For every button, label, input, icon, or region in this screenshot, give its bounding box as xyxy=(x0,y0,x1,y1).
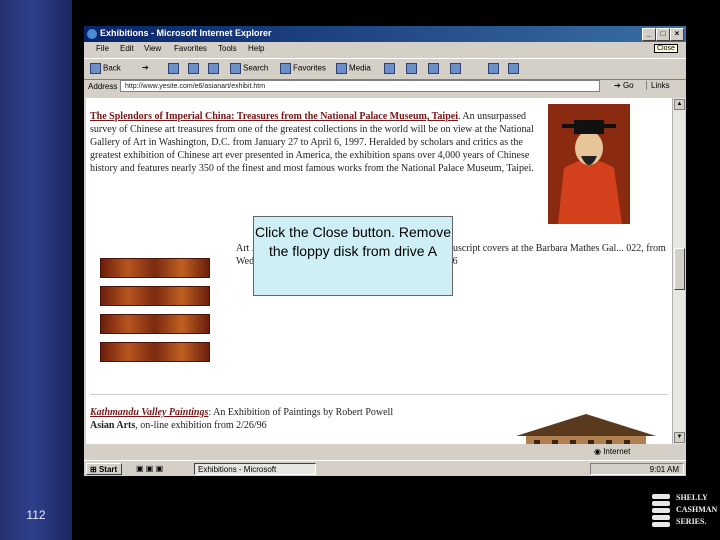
title-bar[interactable]: Exhibitions - Microsoft Internet Explore… xyxy=(84,26,686,42)
clock: 9:01 AM xyxy=(649,465,679,474)
slide-page-number: 112 xyxy=(26,508,46,522)
home-icon xyxy=(208,63,219,74)
messenger-button[interactable] xyxy=(508,63,521,74)
brand-line-1: SHELLY xyxy=(676,493,708,502)
status-zone: ◉ Internet xyxy=(594,447,631,456)
system-tray: 9:01 AM xyxy=(590,463,684,475)
exhibit-1-title-link[interactable]: The Splendors of Imperial China: Treasur… xyxy=(90,111,458,122)
menu-favorites[interactable]: Favorites xyxy=(174,44,207,53)
address-bar: Address http://www.yesite.com/e6/asianar… xyxy=(84,78,686,96)
publisher-logo: SHELLY CASHMAN SERIES. xyxy=(652,492,717,532)
exhibit-3: Kathmandu Valley Paintings: An Exhibitio… xyxy=(90,406,530,432)
start-label: Start xyxy=(98,465,118,474)
taskbar: ⊞ Start ▣ ▣ ▣ Exhibitions - Microsoft 9:… xyxy=(84,460,686,476)
exhibit-3-title-link[interactable]: Kathmandu Valley Paintings xyxy=(90,407,208,418)
go-label: Go xyxy=(622,81,634,90)
pagoda-image xyxy=(506,412,666,444)
brand-line-2: CASHMAN xyxy=(676,505,718,514)
mail-button[interactable] xyxy=(406,63,419,74)
menu-edit[interactable]: Edit xyxy=(120,44,134,53)
taskbar-button-label: Exhibitions - Microsoft xyxy=(198,465,277,474)
menu-help[interactable]: Help xyxy=(248,44,264,53)
search-label: Search xyxy=(243,63,269,73)
discuss-icon xyxy=(488,63,499,74)
home-button[interactable] xyxy=(208,63,221,74)
logo-stack-icon xyxy=(652,494,670,528)
minimize-button[interactable]: _ xyxy=(642,28,656,41)
history-icon xyxy=(384,63,395,74)
slide-sidebar xyxy=(0,0,72,540)
edit-icon xyxy=(450,63,461,74)
stop-button[interactable] xyxy=(168,63,181,74)
messenger-icon xyxy=(508,63,519,74)
menu-view[interactable]: View xyxy=(144,44,161,53)
links-button[interactable]: Links xyxy=(646,81,670,90)
emperor-portrait-image xyxy=(548,104,630,224)
forward-button[interactable]: ➔ xyxy=(142,63,149,72)
address-label: Address xyxy=(88,82,118,91)
menu-file[interactable]: File xyxy=(96,44,109,53)
exhibit-1: The Splendors of Imperial China: Treasur… xyxy=(90,110,542,175)
favorites-label: Favorites xyxy=(293,63,326,73)
divider xyxy=(90,394,668,395)
standard-toolbar: Back ➔ Search Favorites Media xyxy=(84,58,686,80)
exhibit-3-text: : An Exhibition of Paintings by Robert P… xyxy=(208,407,394,418)
vertical-scrollbar[interactable]: ▲ ▼ xyxy=(672,98,685,444)
maximize-button[interactable]: □ xyxy=(656,28,670,41)
manuscript-covers-image xyxy=(100,258,210,370)
window-title: Exhibitions - Microsoft Internet Explore… xyxy=(100,28,272,38)
history-button[interactable] xyxy=(384,63,397,74)
media-label: Media xyxy=(349,63,371,73)
print-icon xyxy=(428,63,439,74)
quick-launch-icons[interactable]: ▣ ▣ ▣ xyxy=(136,464,163,473)
media-icon xyxy=(336,63,347,74)
print-button[interactable] xyxy=(428,63,441,74)
status-zone-label: Internet xyxy=(603,447,631,456)
status-bar: ◉ Internet xyxy=(84,444,686,460)
favorites-button[interactable]: Favorites xyxy=(280,63,326,74)
edit-button[interactable] xyxy=(450,63,463,74)
back-button[interactable]: Back xyxy=(90,63,121,74)
scroll-down-icon[interactable]: ▼ xyxy=(674,432,685,443)
menu-tools[interactable]: Tools xyxy=(218,44,237,53)
menu-bar: File Edit View Favorites Tools Help xyxy=(84,42,686,56)
exhibit-3-date: , on-line exhibition from 2/26/96 xyxy=(135,420,267,431)
media-button[interactable]: Media xyxy=(336,63,371,74)
exhibit-3-gallery: Asian Arts xyxy=(90,420,136,431)
favorites-icon xyxy=(280,63,291,74)
back-label: Back xyxy=(103,63,121,73)
mail-icon xyxy=(406,63,417,74)
ie-icon xyxy=(87,29,97,39)
scroll-thumb[interactable] xyxy=(674,248,685,290)
stop-icon xyxy=(168,63,179,74)
discuss-button[interactable] xyxy=(488,63,501,74)
scroll-up-icon[interactable]: ▲ xyxy=(674,99,685,110)
refresh-icon xyxy=(188,63,199,74)
search-icon xyxy=(230,63,241,74)
address-input[interactable]: http://www.yesite.com/e6/asianart/exhibi… xyxy=(120,80,600,92)
close-button[interactable]: × xyxy=(670,28,684,41)
search-button[interactable]: Search xyxy=(230,63,268,74)
instruction-callout: Click the Close button. Remove the flopp… xyxy=(253,216,453,296)
brand-line-3: SERIES. xyxy=(676,517,707,526)
refresh-button[interactable] xyxy=(188,63,201,74)
back-arrow-icon xyxy=(90,63,101,74)
start-button[interactable]: ⊞ Start xyxy=(86,463,122,475)
go-button[interactable]: ➔ Go xyxy=(614,81,634,90)
taskbar-button-exhibitions[interactable]: Exhibitions - Microsoft xyxy=(194,463,316,475)
